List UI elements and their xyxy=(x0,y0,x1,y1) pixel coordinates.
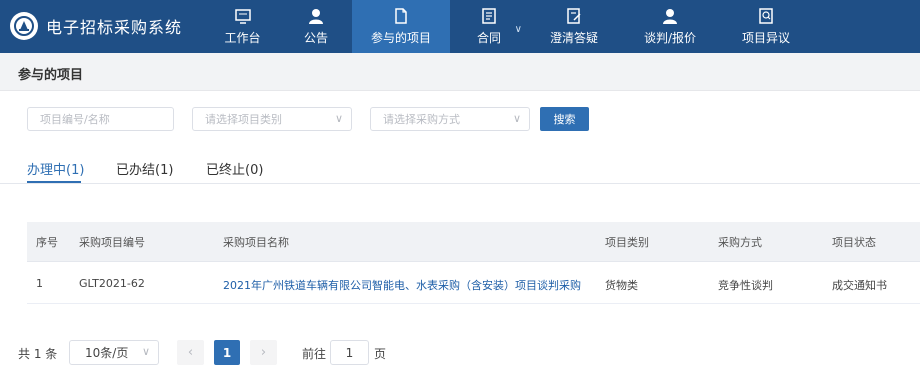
nav-label: 工作台 xyxy=(224,31,261,45)
nav-negotiation[interactable]: 谈判/报价 xyxy=(620,0,720,53)
brand[interactable]: 电子招标采购系统 xyxy=(10,10,182,42)
page-title: 参与的项目 xyxy=(18,68,84,83)
purchase-method-select[interactable]: 请选择采购方式 ∨ xyxy=(370,107,530,131)
person-icon xyxy=(661,7,679,25)
chevron-left-icon: ‹ xyxy=(187,345,194,360)
nav-label: 合同 xyxy=(476,31,501,45)
purchase-method-placeholder: 请选择采购方式 xyxy=(383,113,460,126)
chevron-down-icon: ∨ xyxy=(141,345,150,358)
page-suffix-label: 页 xyxy=(374,347,387,361)
nav-notice[interactable]: 公告 xyxy=(280,0,352,53)
nav-label: 参与的项目 xyxy=(370,31,431,45)
nav-contract[interactable]: 合同 ∨ xyxy=(450,0,528,53)
nav-projects[interactable]: 参与的项目 xyxy=(352,0,450,53)
project-name-link[interactable]: 2021年广州铁道车辆有限公司智能电、水表采购（含安装）项目谈判采购 xyxy=(223,277,581,293)
header-code: 采购项目编号 xyxy=(79,236,145,249)
header-name: 采购项目名称 xyxy=(223,236,289,249)
pagination-total: 共 1 条 xyxy=(18,347,58,361)
nav-label: 谈判/报价 xyxy=(643,31,697,45)
chevron-right-icon: › xyxy=(260,345,267,360)
cell-method: 竞争性谈判 xyxy=(718,279,773,292)
nav-clarify[interactable]: 澄清答疑 xyxy=(528,0,620,53)
header-status: 项目状态 xyxy=(832,236,876,249)
search-button[interactable]: 搜索 xyxy=(540,107,589,131)
nav-label: 公告 xyxy=(303,31,328,45)
railway-logo-icon xyxy=(10,12,38,40)
document-icon xyxy=(392,7,410,25)
cell-index: 1 xyxy=(36,277,43,290)
monitor-icon xyxy=(234,7,252,25)
nav-label: 项目异议 xyxy=(741,31,790,45)
current-page-button[interactable]: 1 xyxy=(214,340,240,365)
app-title: 电子招标采购系统 xyxy=(46,18,183,37)
header-method: 采购方式 xyxy=(718,236,762,249)
top-nav: 电子招标采购系统 工作台 公告 参与的项目 合同 ∨ 澄清答疑 谈判/报价 项目… xyxy=(0,0,920,53)
goto-page-input[interactable]: 1 xyxy=(330,340,369,365)
tabs-divider xyxy=(0,183,920,184)
tab-completed[interactable]: 已办结(1) xyxy=(116,159,173,178)
nav-label: 澄清答疑 xyxy=(549,31,598,45)
header-index: 序号 xyxy=(36,236,58,249)
tab-terminated[interactable]: 已终止(0) xyxy=(206,159,263,178)
project-code-placeholder: 项目编号/名称 xyxy=(40,113,110,126)
goto-label: 前往 xyxy=(302,347,327,361)
prev-page-button[interactable]: ‹ xyxy=(177,340,204,365)
nav-dispute[interactable]: 项目异议 xyxy=(720,0,812,53)
table-row: 1 GLT2021-62 2021年广州铁道车辆有限公司智能电、水表采购（含安装… xyxy=(27,262,920,304)
next-page-button[interactable]: › xyxy=(250,340,277,365)
project-type-placeholder: 请选择项目类别 xyxy=(205,113,282,126)
cell-status: 成交通知书 xyxy=(832,279,887,292)
chevron-down-icon: ∨ xyxy=(512,112,521,125)
contract-icon xyxy=(480,7,498,25)
chevron-down-icon: ∨ xyxy=(514,24,522,35)
chevron-down-icon: ∨ xyxy=(334,112,343,125)
nav-workbench[interactable]: 工作台 xyxy=(205,0,280,53)
cell-code: GLT2021-62 xyxy=(79,277,145,290)
table-header: 序号 采购项目编号 采购项目名称 项目类别 采购方式 项目状态 xyxy=(27,222,920,262)
cell-category: 货物类 xyxy=(605,279,638,292)
page-size-select[interactable]: 10条/页 ∨ xyxy=(69,340,159,365)
project-code-input[interactable]: 项目编号/名称 xyxy=(27,107,174,131)
edit-document-icon xyxy=(565,7,583,25)
page-size-value: 10条/页 xyxy=(85,346,129,360)
project-type-select[interactable]: 请选择项目类别 ∨ xyxy=(192,107,352,131)
page-header: 参与的项目 xyxy=(0,53,920,91)
search-document-icon xyxy=(757,7,775,25)
user-icon xyxy=(307,7,325,25)
tab-in-progress[interactable]: 办理中(1) xyxy=(27,159,84,178)
header-category: 项目类别 xyxy=(605,236,649,249)
